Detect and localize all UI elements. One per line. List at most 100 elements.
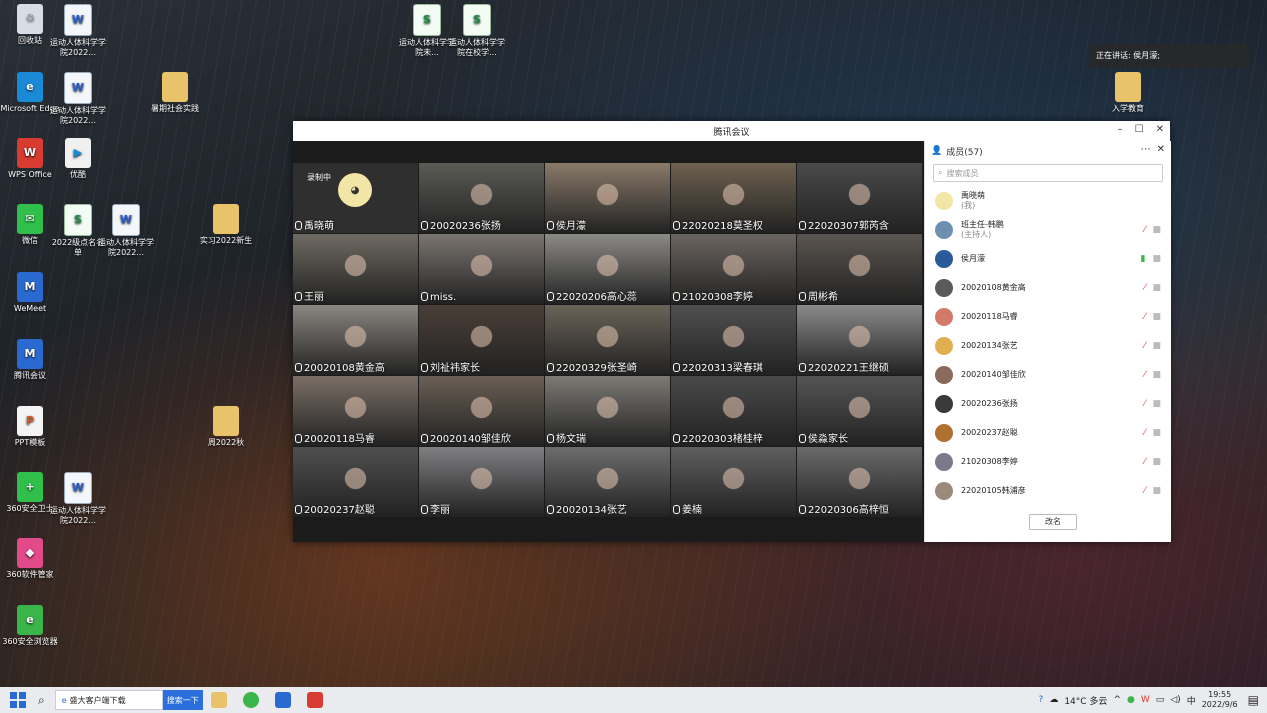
camera-off-icon[interactable]: ■ <box>1152 225 1161 235</box>
video-tile[interactable]: 20020118马睿 <box>293 376 418 446</box>
camera-off-icon[interactable]: ■ <box>1152 254 1161 264</box>
desktop-icon[interactable]: 入学教育 <box>1098 72 1158 114</box>
video-tile[interactable]: 王丽 <box>293 234 418 304</box>
chevron-up-icon[interactable]: ^ <box>1113 695 1121 705</box>
desktop-icon[interactable]: ◆ 360软件管家 <box>0 538 60 580</box>
mic-muted-icon[interactable]: ⁄ <box>1144 370 1146 380</box>
mic-muted-icon[interactable]: ⁄ <box>1144 225 1146 235</box>
volume-icon[interactable]: ◁) <box>1170 695 1180 705</box>
camera-off-icon[interactable]: ■ <box>1152 312 1161 322</box>
desktop-icon[interactable]: M WeMeet <box>0 272 60 314</box>
desktop-icon[interactable]: ▶ 优酷 <box>48 138 108 180</box>
member-row[interactable]: 20020140邹佳欣 ⁄ ■ <box>925 360 1171 389</box>
search-icon[interactable]: ⌕ <box>38 693 45 708</box>
video-tile[interactable]: 周彬希 <box>797 234 922 304</box>
rename-button[interactable]: 改名 <box>1029 514 1077 530</box>
ime-indicator[interactable]: 中 <box>1187 694 1196 707</box>
video-tile[interactable]: 21020308李婷 <box>671 234 796 304</box>
video-tile[interactable]: 录制中 ◕ 禹晓萌 <box>293 163 418 233</box>
file-explorer-icon[interactable] <box>210 692 227 708</box>
video-tile[interactable]: 22020303楮桂梓 <box>671 376 796 446</box>
video-tile[interactable]: 22020206高心蕊 <box>545 234 670 304</box>
video-tile[interactable]: 22020306高梓恒 <box>797 447 922 517</box>
mic-muted-icon[interactable]: ⁄ <box>1144 428 1146 438</box>
desktop-icon[interactable]: W 运动人体科学学院2022... <box>96 204 156 258</box>
camera-off-icon[interactable]: ■ <box>1152 283 1161 293</box>
video-tile[interactable]: 22020307郭芮含 <box>797 163 922 233</box>
search-button[interactable]: 搜索一下 <box>162 690 203 710</box>
member-row[interactable]: 21020308李婷 ⁄ ■ <box>925 447 1171 476</box>
video-tile[interactable]: 侯淼家长 <box>797 376 922 446</box>
desktop-icon[interactable]: e 360安全浏览器 <box>0 605 60 647</box>
desktop-icon[interactable]: 周2022秋 <box>196 406 256 448</box>
maximize-icon[interactable]: ☐ <box>1135 124 1144 135</box>
mic-muted-icon[interactable]: ⁄ <box>1144 486 1146 496</box>
video-tile[interactable]: 20020134张艺 <box>545 447 670 517</box>
camera-off-icon[interactable]: ■ <box>1152 399 1161 409</box>
video-tile[interactable]: miss. <box>419 234 544 304</box>
mic-muted-icon[interactable]: ⁄ <box>1144 312 1146 322</box>
mic-on-icon[interactable]: ▮ <box>1141 254 1146 264</box>
member-search-input[interactable]: ⌕ 搜索成员 <box>933 164 1163 182</box>
video-tile[interactable]: 20020236张扬 <box>419 163 544 233</box>
mic-muted-icon[interactable]: ⁄ <box>1144 341 1146 351</box>
start-icon[interactable] <box>10 692 26 708</box>
member-row[interactable]: 侯月濛 ▮ ■ <box>925 244 1171 273</box>
mic-muted-icon[interactable]: ⁄ <box>1144 283 1146 293</box>
minimize-icon[interactable]: – <box>1118 124 1123 135</box>
clock[interactable]: 19:55 2022/9/6 <box>1202 690 1238 710</box>
video-tile[interactable]: 22020313梁春琪 <box>671 305 796 375</box>
video-tile[interactable]: 李丽 <box>419 447 544 517</box>
help-icon[interactable]: ? <box>1039 695 1044 705</box>
more-icon[interactable]: ⋯ <box>1141 144 1151 155</box>
video-tile[interactable]: 刘祉祎家长 <box>419 305 544 375</box>
camera-off-icon[interactable]: ■ <box>1152 341 1161 351</box>
desktop-icon[interactable]: W 运动人体科学学院2022... <box>48 4 108 58</box>
desktop-icon[interactable]: P PPT模板 <box>0 406 60 448</box>
camera-off-icon[interactable]: ■ <box>1152 370 1161 380</box>
meeting-title-bar[interactable]: 腾讯会议 – ☐ ✕ <box>293 121 1170 141</box>
member-row[interactable]: 班主任-韩鹏 (主持人) ⁄ ■ <box>925 215 1171 244</box>
video-tile[interactable]: 20020237赵聪 <box>293 447 418 517</box>
member-row[interactable]: 22020105韩浦彦 ⁄ ■ <box>925 476 1171 505</box>
desktop-icon[interactable]: W 运动人体科学学院2022... <box>48 472 108 526</box>
member-row[interactable]: 20020237赵聪 ⁄ ■ <box>925 418 1171 447</box>
tencent-meeting-icon[interactable] <box>274 692 291 708</box>
video-tile[interactable]: 22020329张圣崎 <box>545 305 670 375</box>
desktop-icon[interactable]: W 运动人体科学学院2022... <box>48 72 108 126</box>
participant-name-text: 侯淼家长 <box>808 434 848 445</box>
video-tile[interactable]: 侯月濛 <box>545 163 670 233</box>
desktop-icon[interactable]: M 腾讯会议 <box>0 339 60 381</box>
taskbar-search-input[interactable]: e 盛大客户端下载 <box>54 690 163 710</box>
member-row[interactable]: 20020134张艺 ⁄ ■ <box>925 331 1171 360</box>
camera-off-icon[interactable]: ■ <box>1152 428 1161 438</box>
desktop-icon-label: 运动人体科学学院2022... <box>50 106 106 125</box>
mic-muted-icon[interactable]: ⁄ <box>1144 457 1146 467</box>
member-row[interactable]: 20020236张扬 ⁄ ■ <box>925 389 1171 418</box>
video-tile[interactable]: 杨文瑞 <box>545 376 670 446</box>
close-panel-icon[interactable]: ✕ <box>1157 144 1165 155</box>
mic-icon <box>673 363 680 372</box>
tray-app-icon[interactable]: ● <box>1127 695 1135 705</box>
camera-off-icon[interactable]: ■ <box>1152 486 1161 496</box>
wps-tray-icon[interactable]: W <box>1141 695 1150 705</box>
member-name-text: 侯月濛 <box>961 253 985 263</box>
video-tile[interactable]: 20020140邹佳欣 <box>419 376 544 446</box>
camera-off-icon[interactable]: ■ <box>1152 457 1161 467</box>
360-browser-icon[interactable] <box>242 692 259 708</box>
video-tile[interactable]: 22020221王继硕 <box>797 305 922 375</box>
video-tile[interactable]: 20020108黄金高 <box>293 305 418 375</box>
desktop-icon[interactable]: S 运动人体科学学院在校学... <box>447 4 507 58</box>
network-icon[interactable]: ▭ <box>1156 695 1165 705</box>
member-row[interactable]: 20020118马睿 ⁄ ■ <box>925 302 1171 331</box>
wps-icon[interactable] <box>306 692 323 708</box>
desktop-icon[interactable]: 实习2022新生 <box>196 204 256 246</box>
video-tile[interactable]: 姜楠 <box>671 447 796 517</box>
video-tile[interactable]: 22020218莫圣权 <box>671 163 796 233</box>
member-row[interactable]: 禹晓萌 (我) <box>925 186 1171 215</box>
close-icon[interactable]: ✕ <box>1156 124 1164 135</box>
notification-icon[interactable]: ▤ <box>1248 693 1259 707</box>
mic-muted-icon[interactable]: ⁄ <box>1144 399 1146 409</box>
desktop-icon[interactable]: 暑期社会实践 <box>145 72 205 114</box>
member-row[interactable]: 20020108黄金高 ⁄ ■ <box>925 273 1171 302</box>
